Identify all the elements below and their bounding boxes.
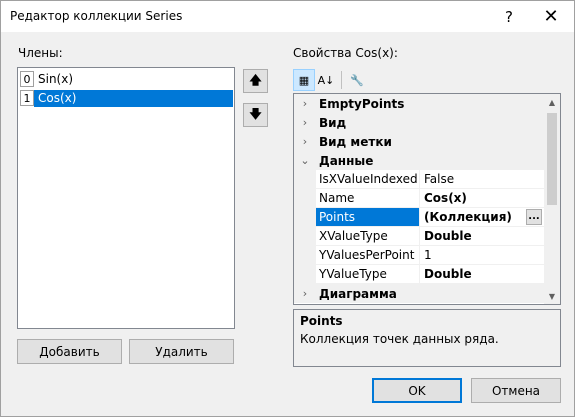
members-list[interactable]: 0 Sin(x) 1 Cos(x) <box>17 67 235 329</box>
list-item[interactable]: 0 Sin(x) <box>19 70 233 88</box>
list-item[interactable]: 1 Cos(x) <box>19 89 233 107</box>
expand-icon[interactable]: › <box>294 113 316 132</box>
arrow-down-icon: 🡇 <box>249 106 262 121</box>
arrow-up-icon: 🡅 <box>249 72 262 87</box>
vertical-scrollbar[interactable]: ▲ ▼ <box>544 94 560 304</box>
property-value[interactable]: False <box>420 170 544 189</box>
property-name: YValuesPerPoint <box>316 246 420 265</box>
property-name: YValueType <box>316 265 420 284</box>
category-name: Вид <box>319 116 347 130</box>
expand-icon[interactable]: › <box>294 284 316 303</box>
property-value-text: (Коллекция) <box>424 210 512 224</box>
property-value[interactable]: Double <box>420 227 544 246</box>
scroll-thumb[interactable] <box>547 113 557 205</box>
row-gutter <box>294 170 316 189</box>
property-pages-icon[interactable]: 🔧 <box>346 69 368 91</box>
help-title: Points <box>300 314 343 328</box>
category-name: EmptyPoints <box>319 97 405 111</box>
row-gutter <box>294 246 316 265</box>
property-value[interactable]: 1 <box>420 246 544 265</box>
category-row[interactable]: › Вид метки <box>294 132 544 151</box>
property-value[interactable]: Cos(x) <box>420 189 544 208</box>
help-button[interactable]: ? <box>486 1 532 32</box>
expand-icon[interactable]: › <box>294 132 316 151</box>
member-name: Cos(x) <box>34 89 233 107</box>
ellipsis-button[interactable]: ... <box>526 209 542 225</box>
categorized-icon[interactable]: ▦ <box>293 69 315 91</box>
close-button[interactable]: ✕ <box>528 1 574 32</box>
remove-button[interactable]: Удалить <box>129 339 234 364</box>
property-value[interactable]: (Коллекция) ... <box>420 208 544 227</box>
property-row[interactable]: Points (Коллекция) ... <box>294 208 544 227</box>
property-help-panel: Points Коллекция точек данных ряда. <box>293 309 561 367</box>
properties-label: Свойства Cos(x): <box>293 46 398 60</box>
category-name: Вид метки <box>319 135 392 149</box>
category-name: Данные <box>319 154 374 168</box>
title-bar: Редактор коллекции Series ? ✕ <box>1 1 574 32</box>
add-button[interactable]: Добавить <box>17 339 122 364</box>
category-row[interactable]: › EmptyPoints <box>294 94 544 113</box>
row-gutter <box>294 227 316 246</box>
move-down-button[interactable]: 🡇 <box>243 103 268 127</box>
move-up-button[interactable]: 🡅 <box>243 69 268 93</box>
window-title: Редактор коллекции Series <box>10 9 183 23</box>
property-row[interactable]: XValueType Double <box>294 227 544 246</box>
expand-icon[interactable]: › <box>294 94 316 113</box>
dialog-window: Редактор коллекции Series ? ✕ Члены: 0 S… <box>0 0 575 417</box>
members-label: Члены: <box>18 46 63 60</box>
property-grid[interactable]: › EmptyPoints › Вид › Вид метки ⌄ Данные… <box>293 93 561 305</box>
collapse-icon[interactable]: ⌄ <box>294 151 316 170</box>
property-name: IsXValueIndexed <box>316 170 420 189</box>
property-row[interactable]: IsXValueIndexed False <box>294 170 544 189</box>
category-row[interactable]: › Вид <box>294 113 544 132</box>
row-gutter <box>294 208 316 227</box>
scroll-down-icon[interactable]: ▼ <box>544 288 560 304</box>
category-name: Диаграмма <box>319 287 397 301</box>
ok-button[interactable]: OK <box>372 378 462 403</box>
property-value[interactable]: Double <box>420 265 544 284</box>
property-name: Points <box>316 208 420 227</box>
category-row[interactable]: ⌄ Данные <box>294 151 544 170</box>
member-index: 1 <box>20 90 34 106</box>
member-index: 0 <box>20 71 34 87</box>
toolbar-separator <box>341 71 342 89</box>
property-row[interactable]: YValueType Double <box>294 265 544 284</box>
property-name: XValueType <box>316 227 420 246</box>
property-name: Name <box>316 189 420 208</box>
category-row[interactable]: › Диаграмма <box>294 284 544 303</box>
scroll-up-icon[interactable]: ▲ <box>544 94 560 110</box>
property-row[interactable]: YValuesPerPoint 1 <box>294 246 544 265</box>
alphabetical-icon[interactable]: A↓ <box>315 69 337 91</box>
member-name: Sin(x) <box>38 72 74 86</box>
row-gutter <box>294 189 316 208</box>
cancel-button[interactable]: Отмена <box>471 378 561 403</box>
row-gutter <box>294 265 316 284</box>
help-description: Коллекция точек данных ряда. <box>300 332 499 346</box>
properties-toolbar: ▦ A↓ 🔧 <box>293 68 368 92</box>
property-row[interactable]: Name Cos(x) <box>294 189 544 208</box>
